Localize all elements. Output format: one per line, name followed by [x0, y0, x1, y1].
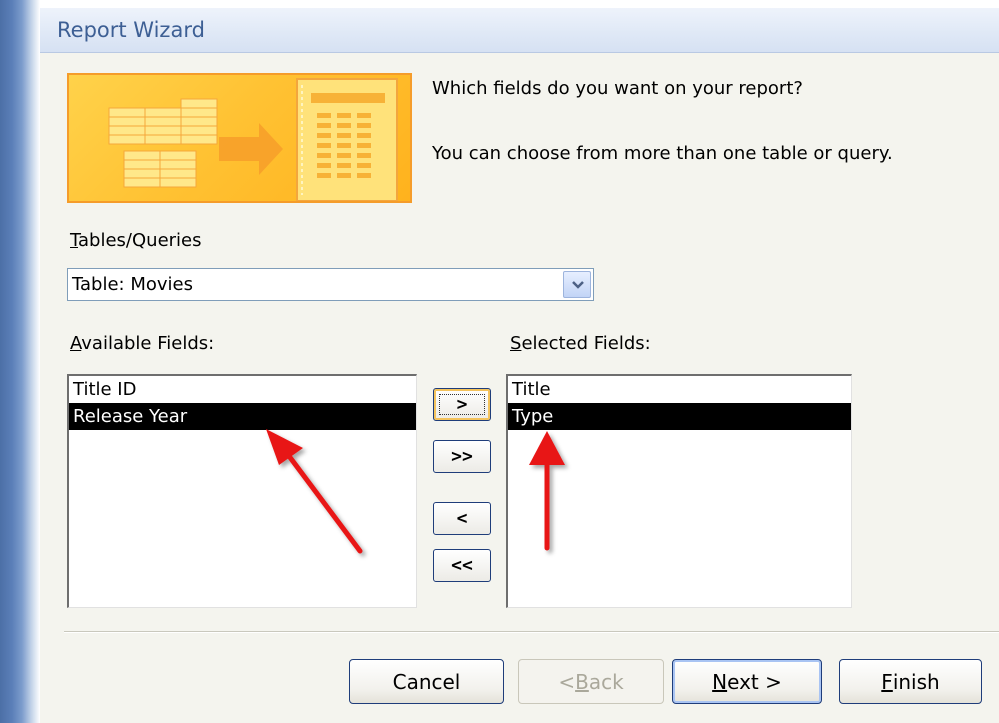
top-strip [0, 0, 999, 8]
tables-queries-dropdown[interactable]: Table: Movies [67, 268, 594, 301]
list-item[interactable]: Title [508, 376, 851, 403]
add-all-fields-button[interactable]: >> [433, 440, 491, 473]
window-title: Report Wizard [57, 18, 205, 42]
finish-button[interactable]: Finish [839, 659, 982, 704]
cancel-button[interactable]: Cancel [349, 659, 504, 704]
selected-fields-label: Selected Fields: [510, 333, 651, 354]
back-button[interactable]: < Back [518, 659, 664, 704]
wizard-illustration-icon [67, 73, 412, 203]
wizard-hint: You can choose from more than one table … [432, 143, 893, 164]
dropdown-button[interactable] [563, 271, 591, 298]
title-bar: Report Wizard [40, 8, 999, 53]
selected-fields-list[interactable]: Title Type [506, 374, 852, 608]
chevron-down-icon [572, 281, 584, 289]
add-field-button[interactable]: > [433, 388, 491, 421]
wizard-question: Which fields do you want on your report? [432, 78, 803, 99]
window-frame-left [0, 0, 40, 723]
wizard-dialog: Which fields do you want on your report?… [40, 53, 999, 723]
remove-field-button[interactable]: < [433, 502, 491, 535]
list-item[interactable]: Title ID [69, 376, 416, 403]
footer-divider [64, 631, 999, 633]
list-item-selected[interactable]: Type [508, 403, 851, 430]
tables-queries-label: Tables/Queries [70, 230, 202, 251]
available-fields-label: Available Fields: [70, 333, 215, 354]
next-button[interactable]: Next > [672, 659, 822, 704]
list-item-selected[interactable]: Release Year [69, 403, 416, 430]
tables-queries-value: Table: Movies [72, 274, 193, 295]
available-fields-list[interactable]: Title ID Release Year [67, 374, 417, 608]
remove-all-fields-button[interactable]: << [433, 549, 491, 582]
